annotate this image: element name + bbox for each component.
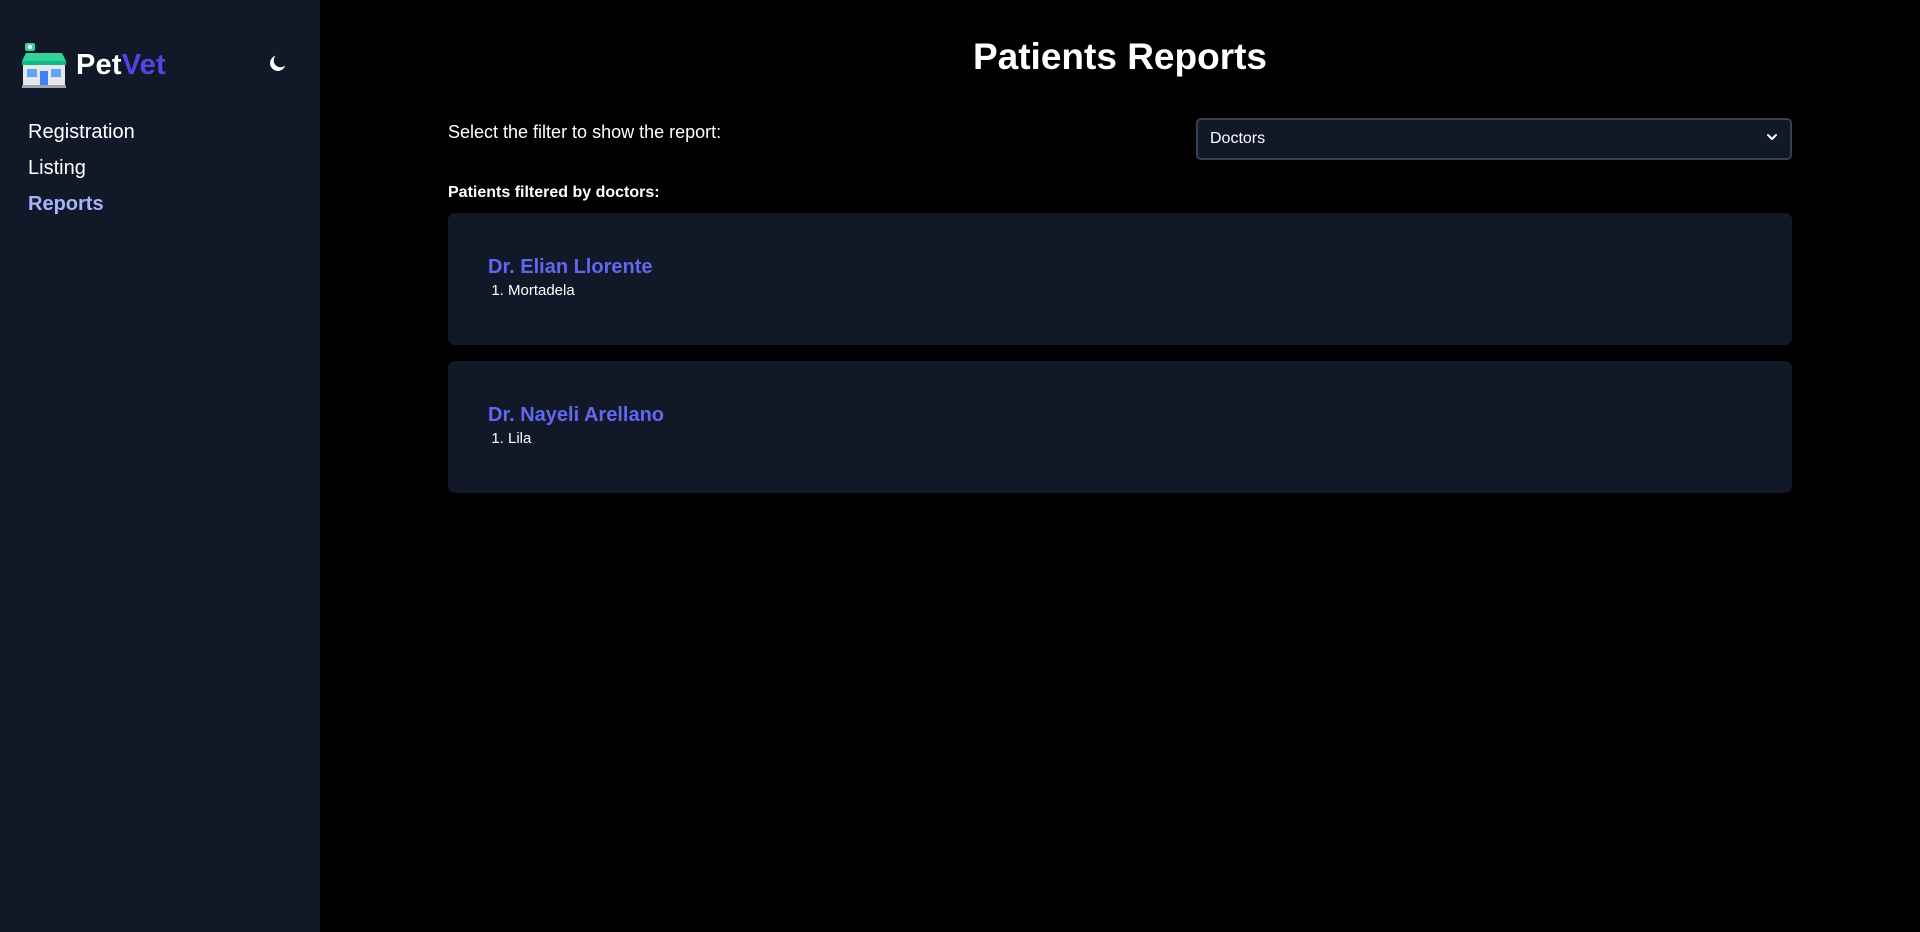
nav-item-listing[interactable]: Listing bbox=[28, 150, 292, 186]
moon-icon bbox=[267, 52, 289, 79]
vet-clinic-logo-icon bbox=[20, 41, 68, 89]
patient-list: Lila bbox=[488, 429, 1752, 449]
patient-list: Mortadela bbox=[488, 281, 1752, 301]
sidebar-nav: Registration Listing Reports bbox=[20, 114, 292, 222]
brand-name-pet: Pet bbox=[76, 48, 122, 81]
doctor-report-list: Dr. Elian Llorente Mortadela Dr. Nayeli … bbox=[448, 213, 1792, 509]
sidebar-header: PetVet bbox=[20, 36, 292, 94]
brand-name: PetVet bbox=[76, 49, 166, 82]
theme-toggle-button[interactable] bbox=[264, 51, 292, 79]
patient-list-item: Mortadela bbox=[508, 281, 1752, 301]
doctor-name: Dr. Nayeli Arellano bbox=[488, 404, 664, 426]
filter-row: Select the filter to show the report: Do… bbox=[448, 118, 1792, 160]
main-content: Patients Reports Select the filter to sh… bbox=[320, 0, 1920, 932]
patient-list-item: Lila bbox=[508, 429, 1752, 449]
doctor-name: Dr. Elian Llorente bbox=[488, 256, 653, 278]
brand[interactable]: PetVet bbox=[20, 41, 166, 89]
results-heading: Patients filtered by doctors: bbox=[448, 184, 660, 201]
nav-item-registration[interactable]: Registration bbox=[28, 114, 292, 150]
doctor-report-card: Dr. Nayeli Arellano Lila bbox=[448, 361, 1792, 493]
report-filter-select[interactable]: Doctors bbox=[1196, 118, 1792, 160]
page-title: Patients Reports bbox=[972, 36, 1267, 77]
nav-item-reports[interactable]: Reports bbox=[28, 186, 292, 222]
filter-label: Select the filter to show the report: bbox=[448, 122, 722, 142]
doctor-report-card: Dr. Elian Llorente Mortadela bbox=[448, 213, 1792, 345]
chevron-down-icon bbox=[1766, 130, 1778, 148]
app-root: PetVet Registration Listing Reports Pati… bbox=[0, 0, 1920, 932]
report-filter-selected-value: Doctors bbox=[1210, 130, 1266, 147]
sidebar: PetVet Registration Listing Reports bbox=[0, 0, 320, 932]
brand-name-vet: Vet bbox=[121, 48, 166, 81]
